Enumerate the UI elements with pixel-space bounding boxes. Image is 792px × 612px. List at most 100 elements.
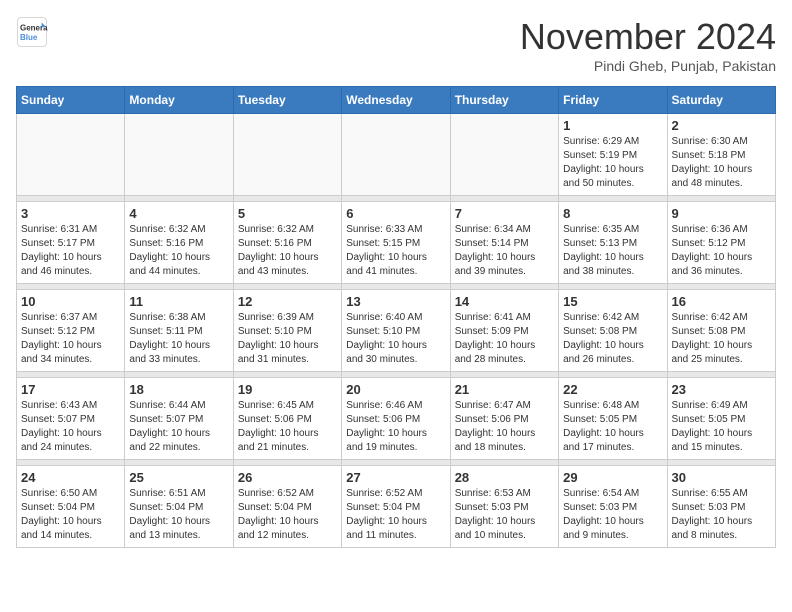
day-number: 6	[346, 206, 445, 221]
calendar-day-cell	[450, 114, 558, 196]
location: Pindi Gheb, Punjab, Pakistan	[520, 58, 776, 74]
day-number: 26	[238, 470, 337, 485]
day-number: 29	[563, 470, 662, 485]
day-number: 3	[21, 206, 120, 221]
calendar-week-row: 3 Sunrise: 6:31 AMSunset: 5:17 PMDaylight…	[17, 202, 776, 284]
calendar-week-row: 1 Sunrise: 6:29 AMSunset: 5:19 PMDaylight…	[17, 114, 776, 196]
day-number: 8	[563, 206, 662, 221]
calendar-day-cell: 3 Sunrise: 6:31 AMSunset: 5:17 PMDaylight…	[17, 202, 125, 284]
day-info: Sunrise: 6:52 AMSunset: 5:04 PMDaylight:…	[238, 487, 337, 543]
day-number: 5	[238, 206, 337, 221]
calendar-day-cell: 1 Sunrise: 6:29 AMSunset: 5:19 PMDaylight…	[559, 114, 667, 196]
calendar-day-cell: 18 Sunrise: 6:44 AMSunset: 5:07 PMDayligh…	[125, 378, 233, 460]
day-number: 12	[238, 294, 337, 309]
day-info: Sunrise: 6:40 AMSunset: 5:10 PMDaylight:…	[346, 311, 445, 367]
calendar-day-cell: 24 Sunrise: 6:50 AMSunset: 5:04 PMDayligh…	[17, 466, 125, 548]
day-number: 4	[129, 206, 228, 221]
calendar-day-cell: 15 Sunrise: 6:42 AMSunset: 5:08 PMDayligh…	[559, 290, 667, 372]
calendar-day-cell: 14 Sunrise: 6:41 AMSunset: 5:09 PMDayligh…	[450, 290, 558, 372]
calendar-day-cell: 26 Sunrise: 6:52 AMSunset: 5:04 PMDayligh…	[233, 466, 341, 548]
weekday-header: Sunday	[17, 87, 125, 114]
weekday-header: Monday	[125, 87, 233, 114]
day-number: 27	[346, 470, 445, 485]
day-info: Sunrise: 6:47 AMSunset: 5:06 PMDaylight:…	[455, 399, 554, 455]
weekday-header: Thursday	[450, 87, 558, 114]
calendar-day-cell: 4 Sunrise: 6:32 AMSunset: 5:16 PMDaylight…	[125, 202, 233, 284]
day-number: 19	[238, 382, 337, 397]
title-block: November 2024 Pindi Gheb, Punjab, Pakist…	[520, 16, 776, 74]
day-info: Sunrise: 6:38 AMSunset: 5:11 PMDaylight:…	[129, 311, 228, 367]
day-info: Sunrise: 6:37 AMSunset: 5:12 PMDaylight:…	[21, 311, 120, 367]
day-info: Sunrise: 6:31 AMSunset: 5:17 PMDaylight:…	[21, 223, 120, 279]
day-number: 28	[455, 470, 554, 485]
day-number: 14	[455, 294, 554, 309]
calendar-day-cell: 5Sunrise: 6:32 AMSunset: 5:16 PMDaylight…	[233, 202, 341, 284]
calendar-day-cell: 16 Sunrise: 6:42 AMSunset: 5:08 PMDayligh…	[667, 290, 775, 372]
calendar-day-cell: 11 Sunrise: 6:38 AMSunset: 5:11 PMDayligh…	[125, 290, 233, 372]
day-info: Sunrise: 6:42 AMSunset: 5:08 PMDaylight:…	[672, 311, 771, 367]
calendar-week-row: 10 Sunrise: 6:37 AMSunset: 5:12 PMDayligh…	[17, 290, 776, 372]
day-info: Sunrise: 6:36 AMSunset: 5:12 PMDaylight:…	[672, 223, 771, 279]
day-number: 24	[21, 470, 120, 485]
day-number: 10	[21, 294, 120, 309]
calendar-day-cell	[125, 114, 233, 196]
day-info: Sunrise: 6:51 AMSunset: 5:04 PMDaylight:…	[129, 487, 228, 543]
day-number: 18	[129, 382, 228, 397]
day-info: Sunrise: 6:29 AMSunset: 5:19 PMDaylight:…	[563, 135, 662, 191]
page-header: General Blue November 2024 Pindi Gheb, P…	[16, 16, 776, 74]
calendar-day-cell: 23Sunrise: 6:49 AMSunset: 5:05 PMDayligh…	[667, 378, 775, 460]
calendar-day-cell: 30Sunrise: 6:55 AMSunset: 5:03 PMDayligh…	[667, 466, 775, 548]
calendar-day-cell	[342, 114, 450, 196]
month-title: November 2024	[520, 16, 776, 58]
day-info: Sunrise: 6:33 AMSunset: 5:15 PMDaylight:…	[346, 223, 445, 279]
calendar-day-cell: 27 Sunrise: 6:52 AMSunset: 5:04 PMDayligh…	[342, 466, 450, 548]
day-info: Sunrise: 6:46 AMSunset: 5:06 PMDaylight:…	[346, 399, 445, 455]
day-number: 15	[563, 294, 662, 309]
day-number: 30	[672, 470, 771, 485]
calendar-day-cell: 20 Sunrise: 6:46 AMSunset: 5:06 PMDayligh…	[342, 378, 450, 460]
day-number: 25	[129, 470, 228, 485]
calendar-day-cell: 6 Sunrise: 6:33 AMSunset: 5:15 PMDaylight…	[342, 202, 450, 284]
day-number: 20	[346, 382, 445, 397]
day-info: Sunrise: 6:54 AMSunset: 5:03 PMDaylight:…	[563, 487, 662, 543]
day-info: Sunrise: 6:52 AMSunset: 5:04 PMDaylight:…	[346, 487, 445, 543]
calendar-week-row: 24 Sunrise: 6:50 AMSunset: 5:04 PMDayligh…	[17, 466, 776, 548]
calendar-day-cell: 19Sunrise: 6:45 AMSunset: 5:06 PMDayligh…	[233, 378, 341, 460]
calendar-day-cell: 17Sunrise: 6:43 AMSunset: 5:07 PMDayligh…	[17, 378, 125, 460]
weekday-header: Saturday	[667, 87, 775, 114]
day-info: Sunrise: 6:49 AMSunset: 5:05 PMDaylight:…	[672, 399, 771, 455]
calendar-day-cell: 12 Sunrise: 6:39 AMSunset: 5:10 PMDayligh…	[233, 290, 341, 372]
day-info: Sunrise: 6:50 AMSunset: 5:04 PMDaylight:…	[21, 487, 120, 543]
calendar-day-cell: 22Sunrise: 6:48 AMSunset: 5:05 PMDayligh…	[559, 378, 667, 460]
day-number: 1	[563, 118, 662, 133]
day-number: 9	[672, 206, 771, 221]
day-number: 22	[563, 382, 662, 397]
day-info: Sunrise: 6:30 AMSunset: 5:18 PMDaylight:…	[672, 135, 771, 191]
day-number: 7	[455, 206, 554, 221]
calendar-day-cell: 25 Sunrise: 6:51 AMSunset: 5:04 PMDayligh…	[125, 466, 233, 548]
calendar-day-cell: 21 Sunrise: 6:47 AMSunset: 5:06 PMDayligh…	[450, 378, 558, 460]
logo-icon: General Blue	[16, 16, 48, 48]
day-info: Sunrise: 6:44 AMSunset: 5:07 PMDaylight:…	[129, 399, 228, 455]
weekday-header: Friday	[559, 87, 667, 114]
day-info: Sunrise: 6:41 AMSunset: 5:09 PMDaylight:…	[455, 311, 554, 367]
day-number: 16	[672, 294, 771, 309]
calendar-day-cell: 13Sunrise: 6:40 AMSunset: 5:10 PMDayligh…	[342, 290, 450, 372]
day-number: 21	[455, 382, 554, 397]
calendar-day-cell: 10 Sunrise: 6:37 AMSunset: 5:12 PMDayligh…	[17, 290, 125, 372]
day-info: Sunrise: 6:39 AMSunset: 5:10 PMDaylight:…	[238, 311, 337, 367]
day-info: Sunrise: 6:35 AMSunset: 5:13 PMDaylight:…	[563, 223, 662, 279]
calendar-day-cell: 28 Sunrise: 6:53 AMSunset: 5:03 PMDayligh…	[450, 466, 558, 548]
calendar-day-cell: 7Sunrise: 6:34 AMSunset: 5:14 PMDaylight…	[450, 202, 558, 284]
day-info: Sunrise: 6:32 AMSunset: 5:16 PMDaylight:…	[129, 223, 228, 279]
day-number: 17	[21, 382, 120, 397]
calendar-day-cell	[17, 114, 125, 196]
svg-text:Blue: Blue	[20, 33, 38, 42]
day-number: 11	[129, 294, 228, 309]
calendar-day-cell: 9 Sunrise: 6:36 AMSunset: 5:12 PMDaylight…	[667, 202, 775, 284]
calendar-day-cell	[233, 114, 341, 196]
weekday-header-row: SundayMondayTuesdayWednesdayThursdayFrid…	[17, 87, 776, 114]
day-info: Sunrise: 6:42 AMSunset: 5:08 PMDaylight:…	[563, 311, 662, 367]
day-info: Sunrise: 6:53 AMSunset: 5:03 PMDaylight:…	[455, 487, 554, 543]
calendar-table: SundayMondayTuesdayWednesdayThursdayFrid…	[16, 86, 776, 548]
